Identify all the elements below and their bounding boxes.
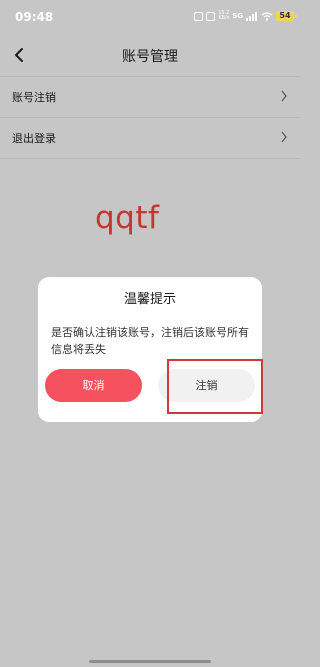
menu-item-account-cancel[interactable]: 账号注销 <box>0 77 300 117</box>
confirm-dialog: 温馨提示 是否确认注销该账号，注销后该账号所有信息将丢失 取消 注销 <box>38 277 262 422</box>
wifi-icon <box>261 11 273 21</box>
confirm-cancel-account-button[interactable]: 注销 <box>158 369 255 402</box>
dialog-title: 温馨提示 <box>123 292 176 307</box>
notification-icon <box>194 11 204 21</box>
chevron-right-icon <box>281 90 287 102</box>
nav-bar: 账号管理 <box>0 36 300 76</box>
network-speed: 15.2 KB/s <box>218 11 229 21</box>
network-speed-unit: KB/s <box>218 15 230 21</box>
signal-label: 5G <box>232 12 243 20</box>
menu-item-logout[interactable]: 退出登录 <box>0 118 300 158</box>
dialog-message: 是否确认注销该账号，注销后该账号所有信息将丢失 <box>51 326 249 356</box>
row-divider <box>0 158 300 159</box>
watermark: qqtf <box>95 200 160 236</box>
menu-item-label: 账号注销 <box>12 91 56 104</box>
menu-item-label: 退出登录 <box>12 132 56 145</box>
mute-icon <box>206 11 216 21</box>
status-time: 09:48 <box>15 10 54 24</box>
page-title: 账号管理 <box>122 49 178 65</box>
home-indicator[interactable] <box>89 660 211 663</box>
status-icons: 15.2 KB/s 5G 54 <box>194 9 297 23</box>
status-bar: 09:48 15.2 KB/s 5G 54 <box>0 0 300 34</box>
cancel-button[interactable]: 取消 <box>45 369 142 402</box>
signal-bars-icon <box>246 11 257 21</box>
battery-icon: 54 <box>276 11 297 21</box>
chevron-right-icon <box>281 131 287 143</box>
